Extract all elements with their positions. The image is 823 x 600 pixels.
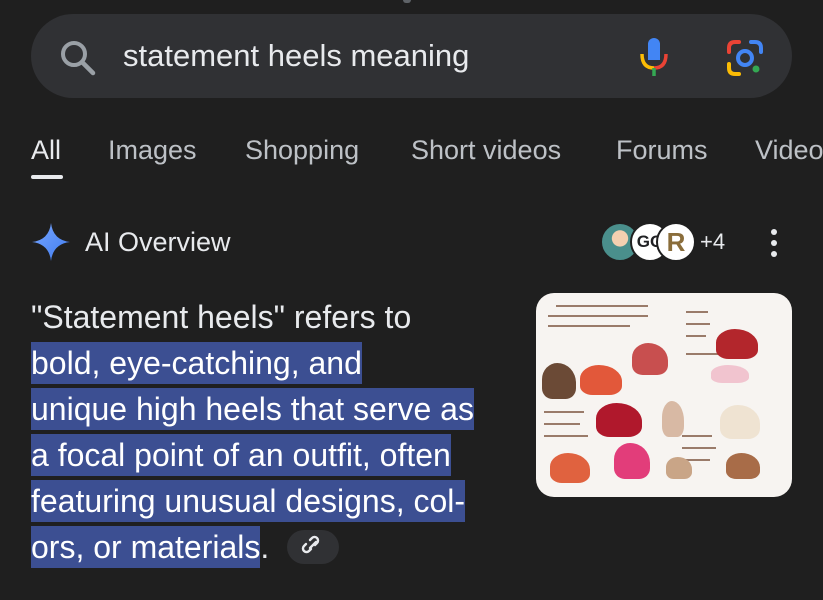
ai-overview-title: AI Overview (85, 227, 231, 257)
search-query[interactable]: statement heels meaning (123, 36, 469, 76)
status-notch (403, 0, 411, 3)
answer-highlight: ors, or materials (31, 526, 261, 568)
link-icon (302, 535, 320, 553)
answer-text: . (260, 529, 270, 565)
search-bar[interactable]: statement heels meaning (31, 14, 792, 98)
search-tabs: All Images Shopping Short videos Forums … (0, 130, 823, 180)
tab-short-videos[interactable]: Short videos (411, 132, 561, 168)
ai-overview-header: AI Overview GO R +4 (0, 218, 823, 266)
tab-forums[interactable]: Forums (616, 132, 708, 168)
tab-shopping[interactable]: Shopping (245, 132, 359, 168)
search-icon[interactable] (58, 38, 98, 78)
ai-overview-answer: "Statement heels" refers to bold, eye-ca… (31, 294, 531, 570)
more-options-icon[interactable] (764, 226, 784, 260)
tab-all[interactable]: All (31, 132, 61, 168)
active-tab-indicator (31, 175, 63, 179)
answer-highlight: unique high heels that serve as (31, 388, 474, 430)
tab-videos[interactable]: Videos (755, 132, 823, 168)
google-lens-icon[interactable] (725, 38, 765, 78)
source-link-button[interactable] (287, 529, 340, 564)
answer-highlight: featuring unusual designs, col- (31, 480, 466, 522)
more-sources-count[interactable]: +4 (700, 228, 725, 256)
answer-text: "Statement heels" refers to (31, 299, 412, 335)
overview-image[interactable] (536, 293, 792, 497)
answer-highlight: a focal point of an outfit, often (31, 434, 451, 476)
tab-images[interactable]: Images (108, 132, 197, 168)
answer-highlight: bold, eye-catching, and (31, 342, 362, 384)
source-avatars[interactable]: GO R (600, 222, 700, 262)
avatar[interactable]: R (656, 222, 696, 262)
microphone-icon[interactable] (639, 36, 669, 78)
sparkle-icon (32, 223, 70, 261)
